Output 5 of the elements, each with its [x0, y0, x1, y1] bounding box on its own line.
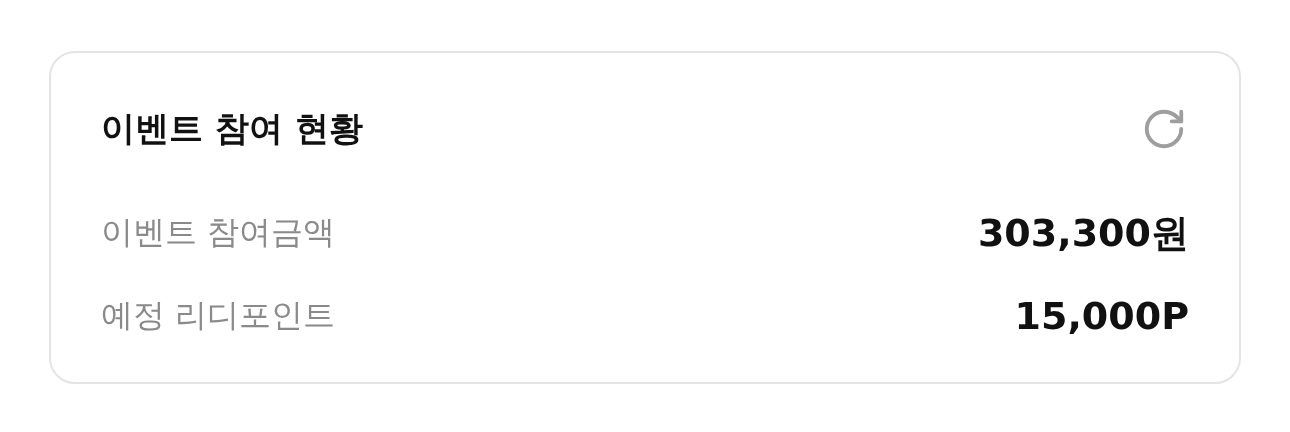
- row-label: 이벤트 참여금액: [101, 212, 336, 253]
- row-value: 15,000P: [1014, 294, 1189, 338]
- row-label: 예정 리디포인트: [101, 295, 336, 336]
- row-value: 303,300원: [977, 209, 1189, 257]
- card-title: 이벤트 참여 현황: [101, 107, 363, 150]
